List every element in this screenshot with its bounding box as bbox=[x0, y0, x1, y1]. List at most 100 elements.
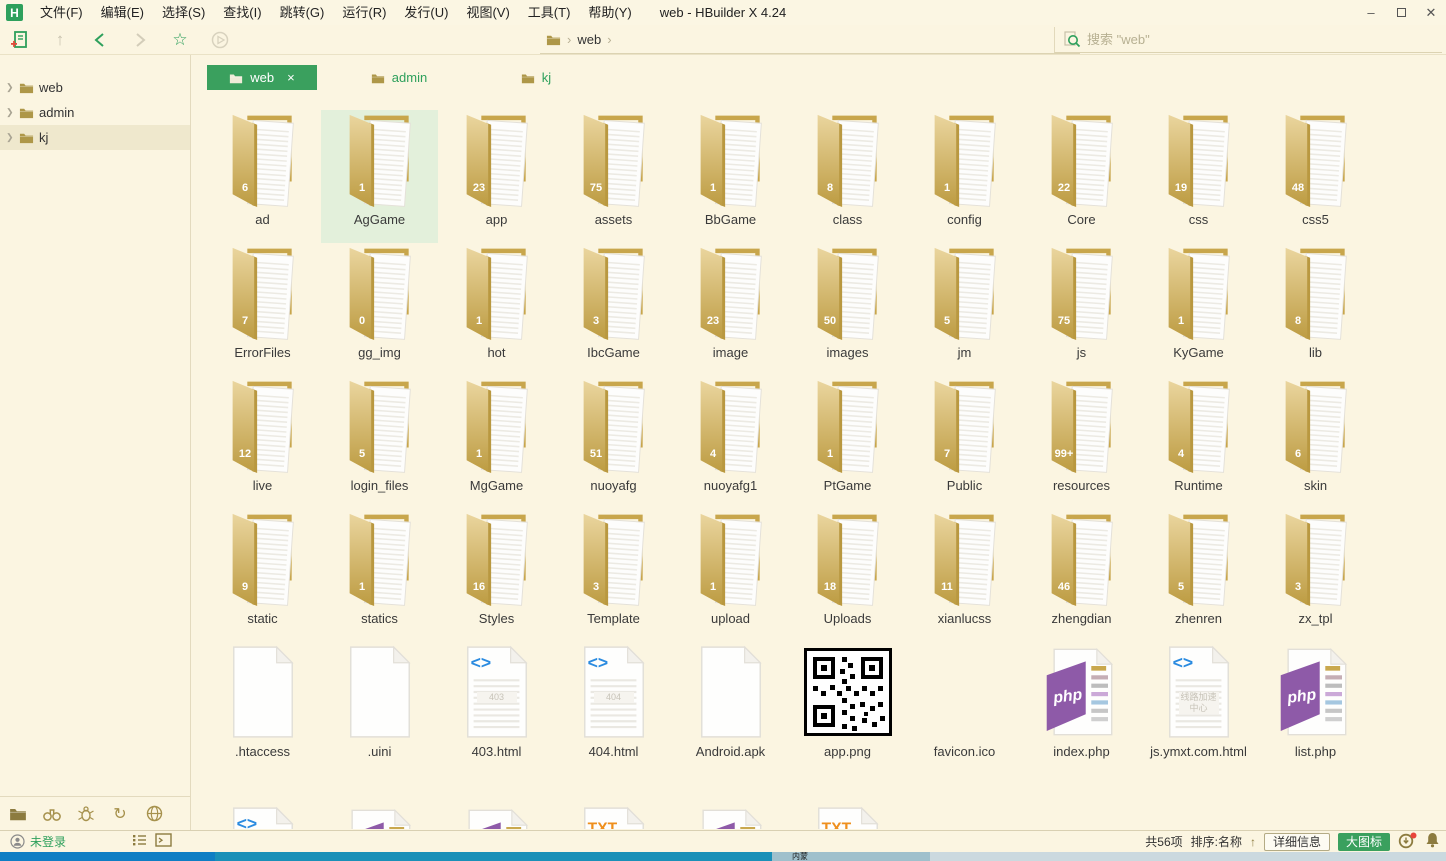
refresh-panel-button[interactable]: ↻ bbox=[110, 804, 130, 824]
menu-help[interactable]: 帮助(Y) bbox=[579, 0, 640, 25]
file-item[interactable]: 404 404.html bbox=[555, 642, 672, 792]
tree-item-label[interactable]: kj bbox=[39, 130, 48, 145]
file-item-partial[interactable] bbox=[672, 806, 789, 829]
file-item-partial[interactable] bbox=[204, 806, 321, 829]
folder-item[interactable]: 19 css bbox=[1140, 110, 1257, 243]
folder-item[interactable]: 75 js bbox=[1023, 243, 1140, 376]
chevron-right-icon[interactable]: ❯ bbox=[6, 107, 14, 118]
sort-ascending-icon[interactable]: ↑ bbox=[1250, 835, 1256, 849]
web-panel-button[interactable] bbox=[144, 804, 164, 824]
tab-admin[interactable]: admin bbox=[344, 65, 454, 90]
folder-item[interactable]: 6 skin bbox=[1257, 376, 1374, 509]
folder-item[interactable]: 16 Styles bbox=[438, 509, 555, 642]
folder-item[interactable]: 50 images bbox=[789, 243, 906, 376]
folder-item[interactable]: 1 upload bbox=[672, 509, 789, 642]
folder-item[interactable]: 1 BbGame bbox=[672, 110, 789, 243]
folder-item[interactable]: 22 Core bbox=[1023, 110, 1140, 243]
folder-item[interactable]: 1 statics bbox=[321, 509, 438, 642]
tree-item-admin[interactable]: ❯ admin bbox=[0, 100, 190, 125]
folder-item[interactable]: 3 IbcGame bbox=[555, 243, 672, 376]
folder-item[interactable]: 51 nuoyafg bbox=[555, 376, 672, 509]
folder-item[interactable]: 3 Template bbox=[555, 509, 672, 642]
folder-item[interactable]: 1 KyGame bbox=[1140, 243, 1257, 376]
tree-item-label[interactable]: web bbox=[39, 80, 63, 95]
menu-file[interactable]: 文件(F) bbox=[31, 0, 92, 25]
folder-item[interactable]: 1 hot bbox=[438, 243, 555, 376]
file-item[interactable]: app.png bbox=[789, 642, 906, 792]
menu-goto[interactable]: 跳转(G) bbox=[271, 0, 334, 25]
close-icon[interactable]: × bbox=[287, 70, 295, 85]
folder-item[interactable]: 4 nuoyafg1 bbox=[672, 376, 789, 509]
file-item-partial[interactable] bbox=[321, 806, 438, 829]
close-button[interactable]: ✕ bbox=[1416, 0, 1446, 25]
folder-item[interactable]: 18 Uploads bbox=[789, 509, 906, 642]
new-file-button[interactable] bbox=[0, 26, 40, 54]
folder-item[interactable]: 1 PtGame bbox=[789, 376, 906, 509]
folder-item[interactable]: 5 login_files bbox=[321, 376, 438, 509]
tab-label[interactable]: kj bbox=[542, 70, 551, 85]
forward-button[interactable] bbox=[120, 26, 160, 54]
large-icon-view-button[interactable]: 大图标 bbox=[1338, 833, 1390, 851]
folder-item[interactable]: 99+ resources bbox=[1023, 376, 1140, 509]
folder-item[interactable]: 11 xianlucss bbox=[906, 509, 1023, 642]
back-button[interactable] bbox=[80, 26, 120, 54]
folder-item[interactable]: 5 zhenren bbox=[1140, 509, 1257, 642]
run-button[interactable] bbox=[200, 26, 240, 54]
folder-item[interactable]: 23 image bbox=[672, 243, 789, 376]
file-item[interactable]: 线路加速中心 js.ymxt.com.html bbox=[1140, 642, 1257, 792]
file-item-partial[interactable] bbox=[789, 806, 906, 829]
file-item-partial[interactable] bbox=[555, 806, 672, 829]
search-box[interactable] bbox=[1054, 27, 1442, 53]
files-panel-button[interactable] bbox=[8, 804, 28, 824]
folder-item[interactable]: 8 class bbox=[789, 110, 906, 243]
folder-item[interactable]: 12 live bbox=[204, 376, 321, 509]
folder-item[interactable]: 7 ErrorFiles bbox=[204, 243, 321, 376]
file-item[interactable]: 403 403.html bbox=[438, 642, 555, 792]
notifications-button[interactable] bbox=[1425, 832, 1440, 851]
menu-publish[interactable]: 发行(U) bbox=[395, 0, 457, 25]
menu-view[interactable]: 视图(V) bbox=[457, 0, 518, 25]
folder-item[interactable]: 6 ad bbox=[204, 110, 321, 243]
search-input[interactable] bbox=[1087, 32, 1387, 47]
menu-find[interactable]: 查找(I) bbox=[214, 0, 270, 25]
folder-item[interactable]: 46 zhengdian bbox=[1023, 509, 1140, 642]
folder-item[interactable]: 7 Public bbox=[906, 376, 1023, 509]
folder-item[interactable]: 9 static bbox=[204, 509, 321, 642]
favorite-button[interactable]: ☆ bbox=[160, 26, 200, 54]
tab-kj[interactable]: kj bbox=[481, 65, 591, 90]
folder-item[interactable]: 23 app bbox=[438, 110, 555, 243]
folder-item[interactable]: 1 AgGame bbox=[321, 110, 438, 243]
menu-edit[interactable]: 编辑(E) bbox=[92, 0, 153, 25]
debug-panel-button[interactable] bbox=[76, 804, 96, 824]
menu-select[interactable]: 选择(S) bbox=[153, 0, 214, 25]
folder-item[interactable]: 1 MgGame bbox=[438, 376, 555, 509]
login-button[interactable]: 未登录 bbox=[10, 833, 66, 850]
file-item[interactable]: .htaccess bbox=[204, 642, 321, 792]
up-button[interactable]: ↑ bbox=[40, 26, 80, 54]
update-button[interactable] bbox=[1398, 832, 1417, 852]
file-item[interactable]: .uini bbox=[321, 642, 438, 792]
folder-item[interactable]: 1 config bbox=[906, 110, 1023, 243]
detail-view-button[interactable]: 详细信息 bbox=[1264, 833, 1330, 851]
file-item[interactable]: Android.apk bbox=[672, 642, 789, 792]
menu-run[interactable]: 运行(R) bbox=[333, 0, 395, 25]
menu-tools[interactable]: 工具(T) bbox=[519, 0, 580, 25]
folder-item[interactable]: 5 jm bbox=[906, 243, 1023, 376]
tab-web[interactable]: web × bbox=[207, 65, 317, 90]
breadcrumb[interactable]: › web › bbox=[540, 26, 1080, 54]
maximize-button[interactable] bbox=[1386, 0, 1416, 25]
file-item[interactable]: index.php bbox=[1023, 642, 1140, 792]
folder-item[interactable]: 3 zx_tpl bbox=[1257, 509, 1374, 642]
taskbar-window-fragment[interactable]: 内蒙 bbox=[792, 852, 808, 861]
search-panel-button[interactable] bbox=[42, 804, 62, 824]
minimize-button[interactable]: – bbox=[1356, 0, 1386, 25]
task-list-button[interactable] bbox=[132, 833, 147, 850]
tree-item-web[interactable]: ❯ web bbox=[0, 75, 190, 100]
folder-item[interactable]: 8 lib bbox=[1257, 243, 1374, 376]
file-item-partial[interactable] bbox=[438, 806, 555, 829]
folder-item[interactable]: 48 css5 bbox=[1257, 110, 1374, 243]
chevron-right-icon[interactable]: ❯ bbox=[6, 82, 14, 93]
tab-label[interactable]: web bbox=[250, 70, 274, 85]
file-item[interactable]: favicon.ico bbox=[906, 642, 1023, 792]
login-status[interactable]: 未登录 bbox=[30, 833, 66, 850]
